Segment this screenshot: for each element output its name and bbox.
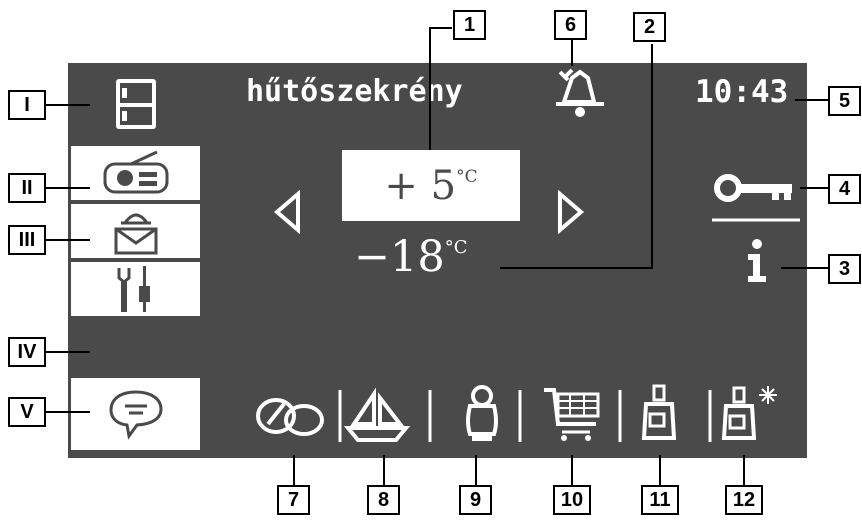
- callout-9: 9: [459, 485, 492, 515]
- callout-5: 5: [828, 86, 861, 116]
- callout-11: 11: [641, 485, 679, 515]
- callout-3: 3: [828, 254, 861, 284]
- callout-12: 12: [725, 485, 763, 515]
- callout-4: 4: [828, 174, 861, 204]
- callout-II: II: [8, 173, 46, 203]
- callout-8: 8: [367, 485, 400, 515]
- callout-IV: IV: [8, 337, 46, 367]
- callout-7: 7: [277, 485, 310, 515]
- callout-V: V: [8, 397, 46, 427]
- leader-lines: [46, 27, 828, 485]
- callout-6: 6: [554, 10, 587, 40]
- callout-1: 1: [453, 10, 486, 40]
- callout-10: 10: [553, 485, 591, 515]
- callout-III: III: [8, 225, 46, 255]
- callout-I: I: [8, 90, 46, 120]
- callout-2: 2: [633, 12, 666, 42]
